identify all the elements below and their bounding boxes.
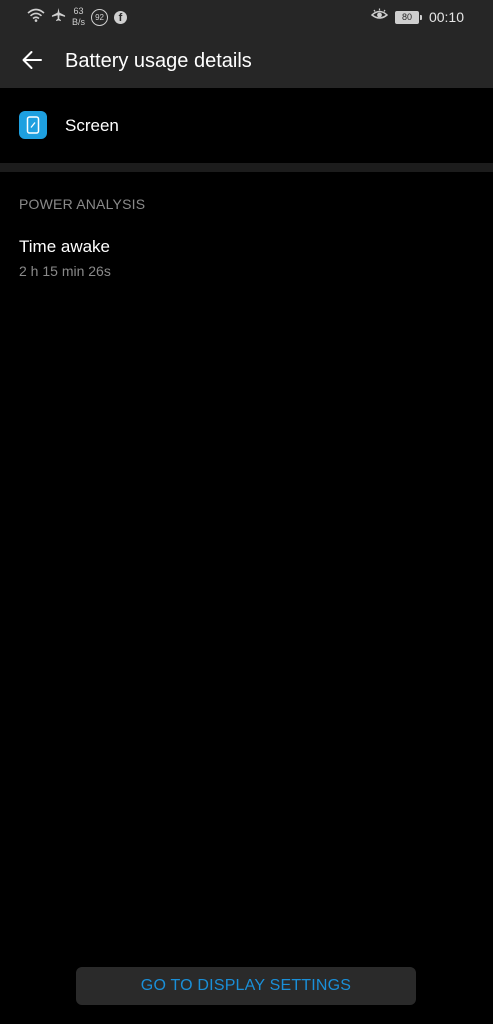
section-header-power-analysis: POWER ANALYSIS [19, 196, 146, 212]
app-name: Screen [65, 116, 119, 135]
status-bar: 63 B/s 92 f 80 00:10 [0, 0, 493, 34]
time-awake-label: Time awake [19, 237, 111, 256]
eye-comfort-icon [370, 8, 389, 26]
status-time: 00:10 [428, 9, 464, 25]
phone-screen-icon [19, 111, 47, 139]
airplane-icon [51, 7, 66, 27]
app-info-row: Screen [0, 88, 493, 164]
status-right-icons: 80 00:10 [364, 5, 464, 29]
network-speed: 63 B/s [72, 6, 85, 28]
facebook-icon: f [114, 10, 128, 24]
page-title: Battery usage details [65, 50, 252, 72]
status-left-icons: 63 B/s 92 f [27, 5, 133, 29]
section-divider [0, 163, 493, 172]
network-speed-unit: B/s [72, 17, 86, 27]
back-button[interactable] [14, 44, 50, 80]
time-awake-value: 2 h 15 min 26s [19, 263, 111, 279]
go-to-display-settings-button[interactable]: GO TO DISPLAY SETTINGS [76, 967, 416, 1005]
back-arrow-icon [20, 48, 44, 77]
notification-count-badge: 92 [91, 8, 109, 26]
battery-icon: 80 [394, 10, 422, 24]
network-speed-value: 63 [73, 6, 84, 16]
wifi-icon [27, 8, 45, 27]
app-bar: Battery usage details [0, 34, 493, 88]
